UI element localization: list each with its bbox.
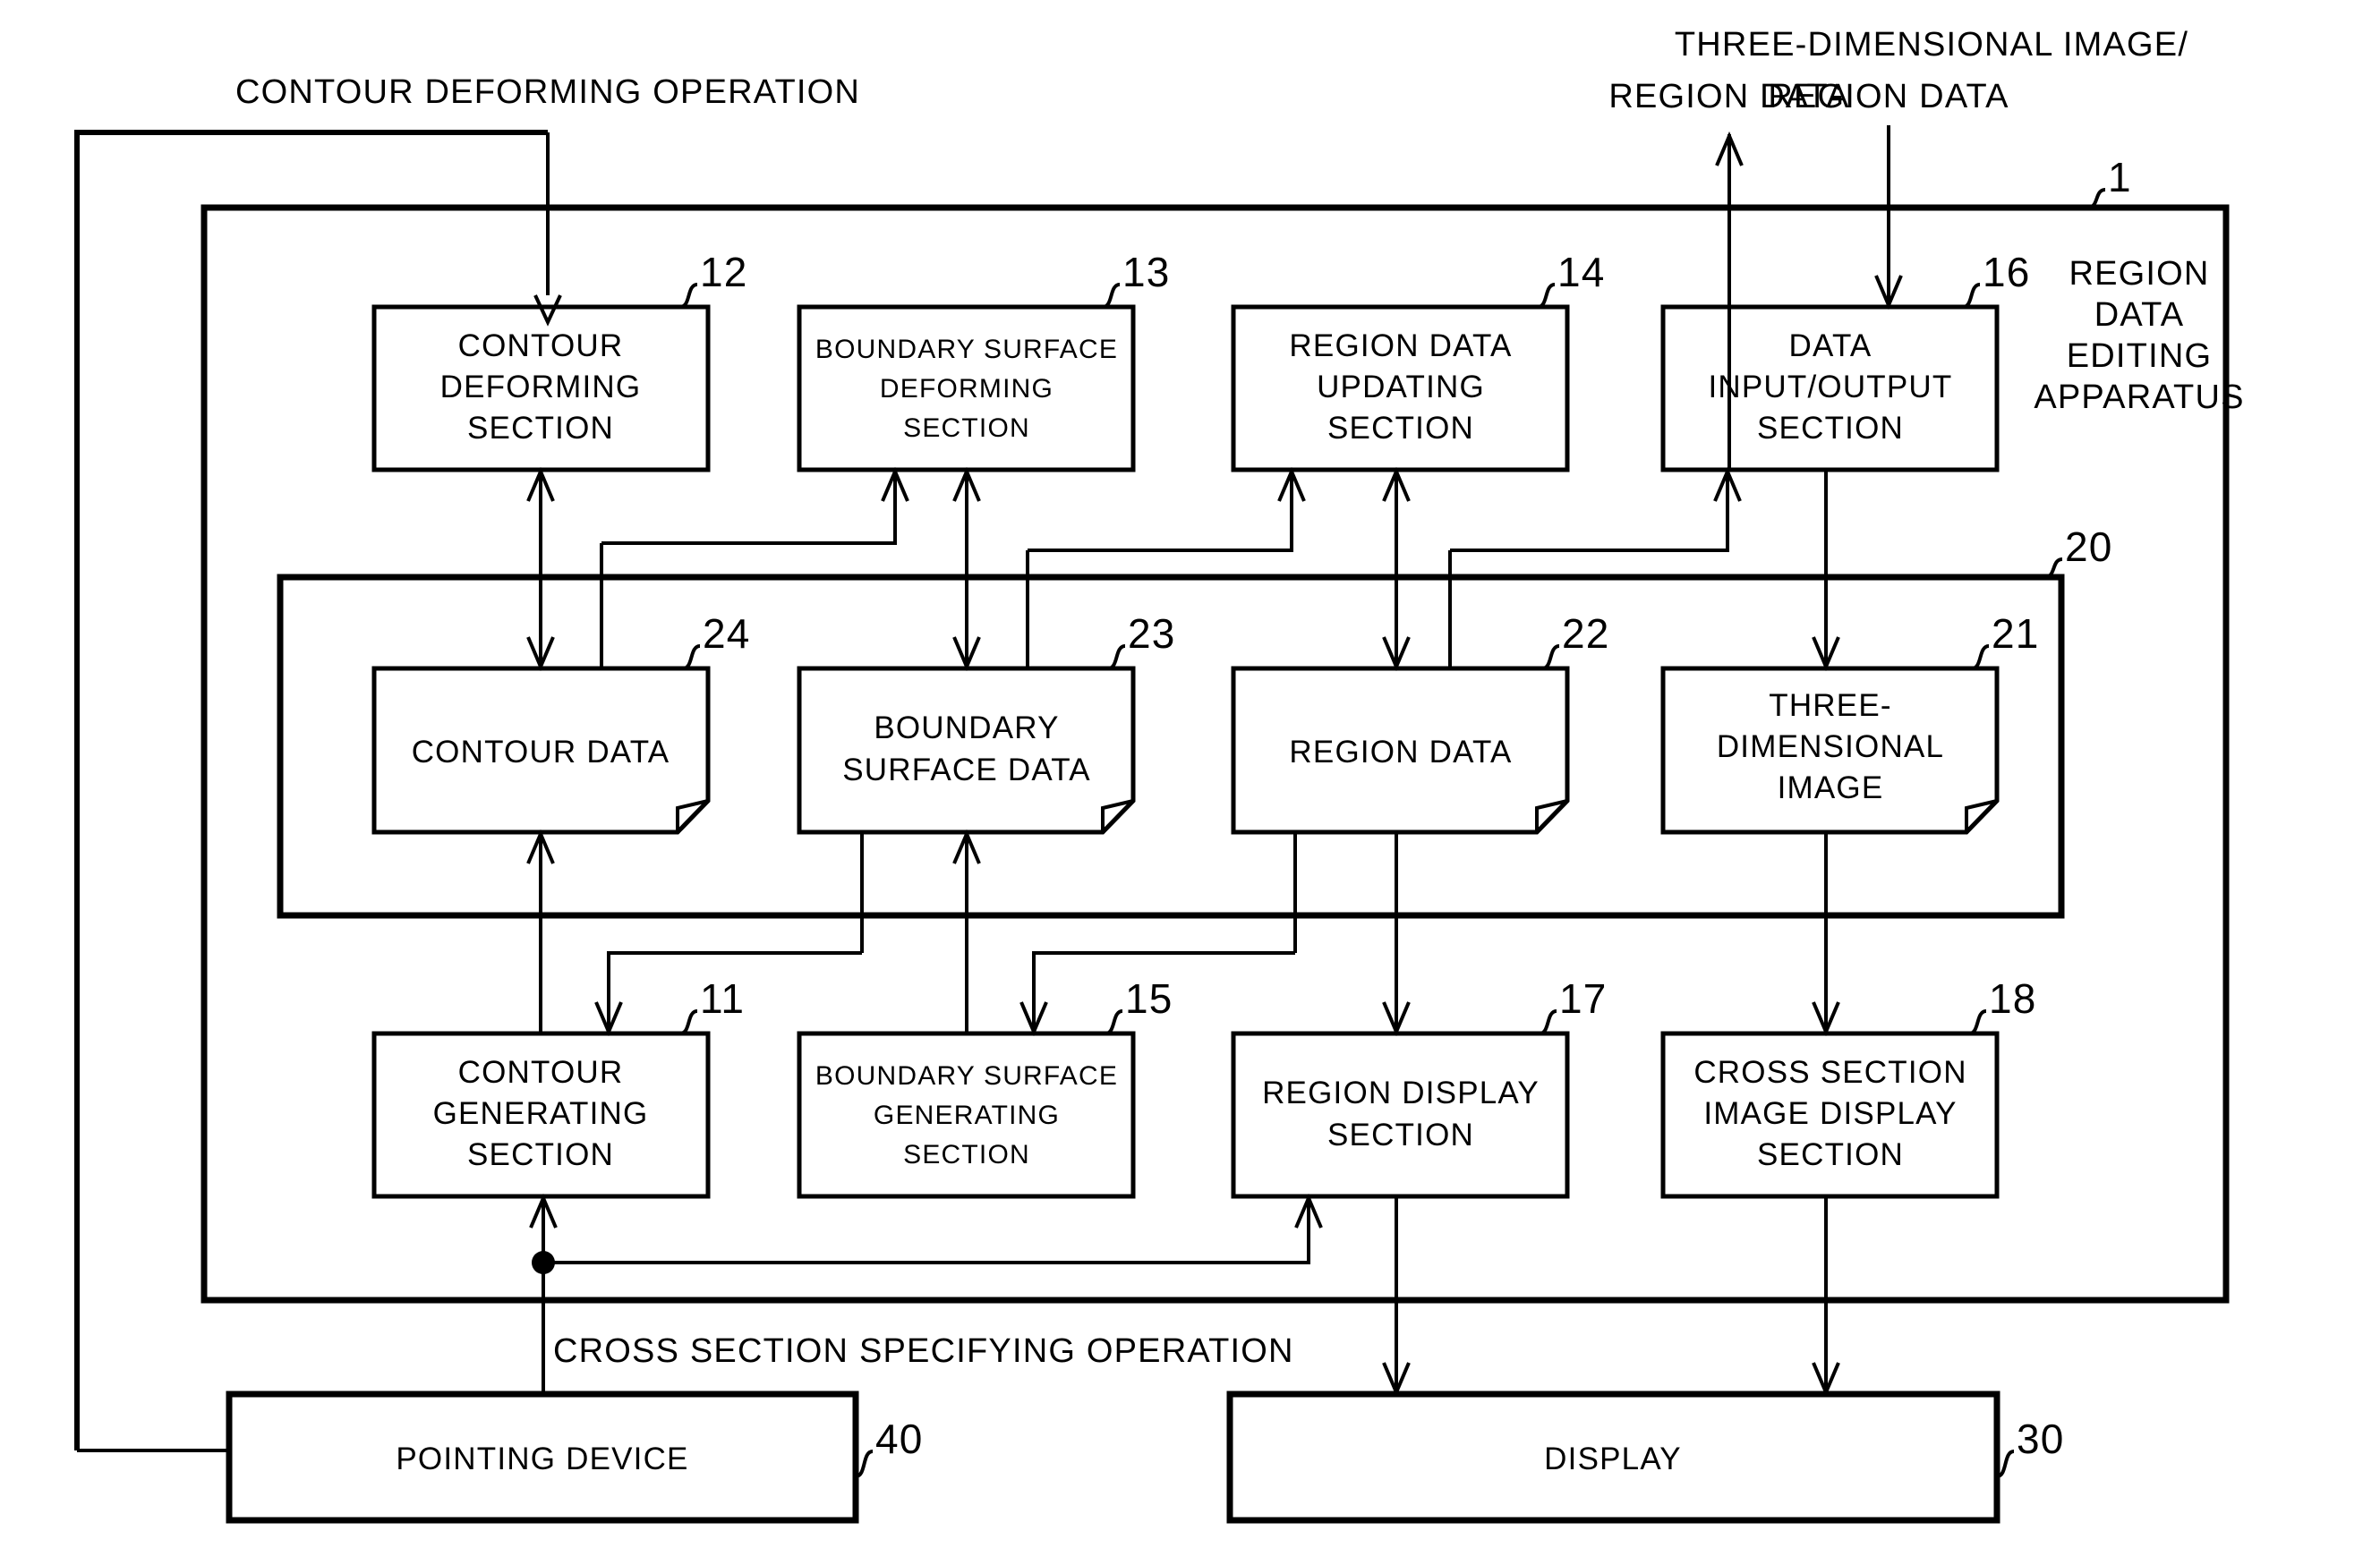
link-22-17	[1382, 832, 1411, 1037]
ref-1: 1	[2108, 154, 2132, 200]
ref-16: 16	[1983, 249, 2031, 295]
label-three-dimensional-image-line-1: THREE-DIMENSIONAL IMAGE/	[1675, 26, 2188, 64]
link-21-18	[1812, 832, 1840, 1037]
block-15-line-2: GENERATING	[874, 1101, 1060, 1130]
block-11-line-2: GENERATING	[433, 1096, 649, 1131]
ref-22: 22	[1562, 610, 1610, 657]
link-11-24	[526, 829, 555, 1033]
label-contour-deforming-operation: CONTOUR DEFORMING OPERATION	[235, 73, 860, 111]
link-14-22	[1382, 466, 1411, 672]
region-data-output-arrow	[1715, 131, 1744, 470]
ref-11: 11	[700, 975, 745, 1022]
ref-21: 21	[1992, 610, 2040, 657]
block-16-line-3: SECTION	[1757, 411, 1904, 446]
ref-18: 18	[1989, 975, 2037, 1022]
ref-20: 20	[2065, 523, 2113, 570]
ref-13: 13	[1122, 249, 1171, 295]
link-pointing-device-11	[529, 1193, 558, 1394]
block-18-line-1: CROSS SECTION	[1693, 1055, 1966, 1090]
link-16-21	[1812, 470, 1840, 672]
block-30-label: DISPLAY	[1544, 1442, 1682, 1476]
figure-canvas: CONTOUR DEFORMING SECTION BOUNDARY SURFA…	[0, 0, 2380, 1565]
block-13-line-2: DEFORMING	[880, 374, 1054, 404]
block-15-line-3: SECTION	[903, 1140, 1030, 1169]
block-18-line-2: IMAGE DISPLAY	[1703, 1096, 1957, 1131]
block-21-line-2: DIMENSIONAL	[1717, 729, 1944, 764]
block-12-line-2: DEFORMING	[440, 370, 642, 404]
block-16-line-1: DATA	[1789, 328, 1872, 363]
block-18-line-3: SECTION	[1757, 1137, 1904, 1172]
ref-17: 17	[1559, 975, 1608, 1022]
apparatus-label-line-4: APPARATUS	[2034, 378, 2244, 416]
block-11-line-1: CONTOUR	[458, 1055, 624, 1090]
ref-23: 23	[1128, 610, 1176, 657]
block-24-line-1: CONTOUR DATA	[412, 735, 670, 770]
ref-14: 14	[1557, 249, 1606, 295]
link-pointing-device-17	[543, 1193, 1323, 1264]
block-12-line-1: CONTOUR	[458, 328, 624, 363]
ref-30: 30	[2017, 1416, 2065, 1462]
ref-40: 40	[875, 1416, 924, 1462]
block-17-line-1: REGION DISPLAY	[1262, 1076, 1540, 1110]
apparatus-label-line-2: DATA	[2094, 296, 2185, 334]
apparatus-label-line-3: EDITING	[2067, 337, 2213, 375]
link-24-13	[600, 466, 909, 668]
block-11-line-3: SECTION	[467, 1137, 614, 1172]
block-14-line-2: UPDATING	[1317, 370, 1485, 404]
block-13-line-3: SECTION	[903, 413, 1030, 443]
label-cross-section-specifying-operation: CROSS SECTION SPECIFYING OPERATION	[553, 1332, 1294, 1370]
block-23-line-1: BOUNDARY	[874, 710, 1059, 745]
block-16-line-2: INPUT/OUTPUT	[1708, 370, 1952, 404]
link-12-24	[526, 466, 555, 672]
link-17-display	[1382, 1196, 1411, 1398]
block-13-line-1: BOUNDARY SURFACE	[815, 335, 1118, 364]
block-17-line-2: SECTION	[1327, 1118, 1474, 1152]
block-17	[1231, 1031, 1570, 1199]
ref-15: 15	[1125, 975, 1173, 1022]
three-dimensional-image-input-arrow	[1874, 125, 1903, 310]
block-12-line-3: SECTION	[467, 411, 614, 446]
apparatus-label-line-1: REGION	[2069, 255, 2209, 293]
block-40-label: POINTING DEVICE	[396, 1442, 688, 1476]
block-21-line-3: IMAGE	[1778, 770, 1884, 805]
block-15-line-1: BOUNDARY SURFACE	[815, 1061, 1118, 1091]
block-22-line-1: REGION DATA	[1289, 735, 1512, 770]
block-14-line-3: SECTION	[1327, 411, 1474, 446]
ref-24: 24	[703, 610, 751, 657]
link-18-display	[1812, 1196, 1840, 1398]
block-14-line-1: REGION DATA	[1289, 328, 1512, 363]
block-21-line-1: THREE-	[1769, 688, 1891, 723]
link-13-23	[952, 466, 981, 672]
link-15-23	[952, 829, 981, 1033]
block-diagram: CONTOUR DEFORMING SECTION BOUNDARY SURFA…	[74, 26, 2244, 1524]
ref-12: 12	[700, 249, 748, 295]
block-23	[797, 666, 1136, 835]
label-three-dimensional-image-line-2: REGION DATA	[1768, 78, 2009, 115]
block-23-line-2: SURFACE DATA	[842, 753, 1091, 787]
